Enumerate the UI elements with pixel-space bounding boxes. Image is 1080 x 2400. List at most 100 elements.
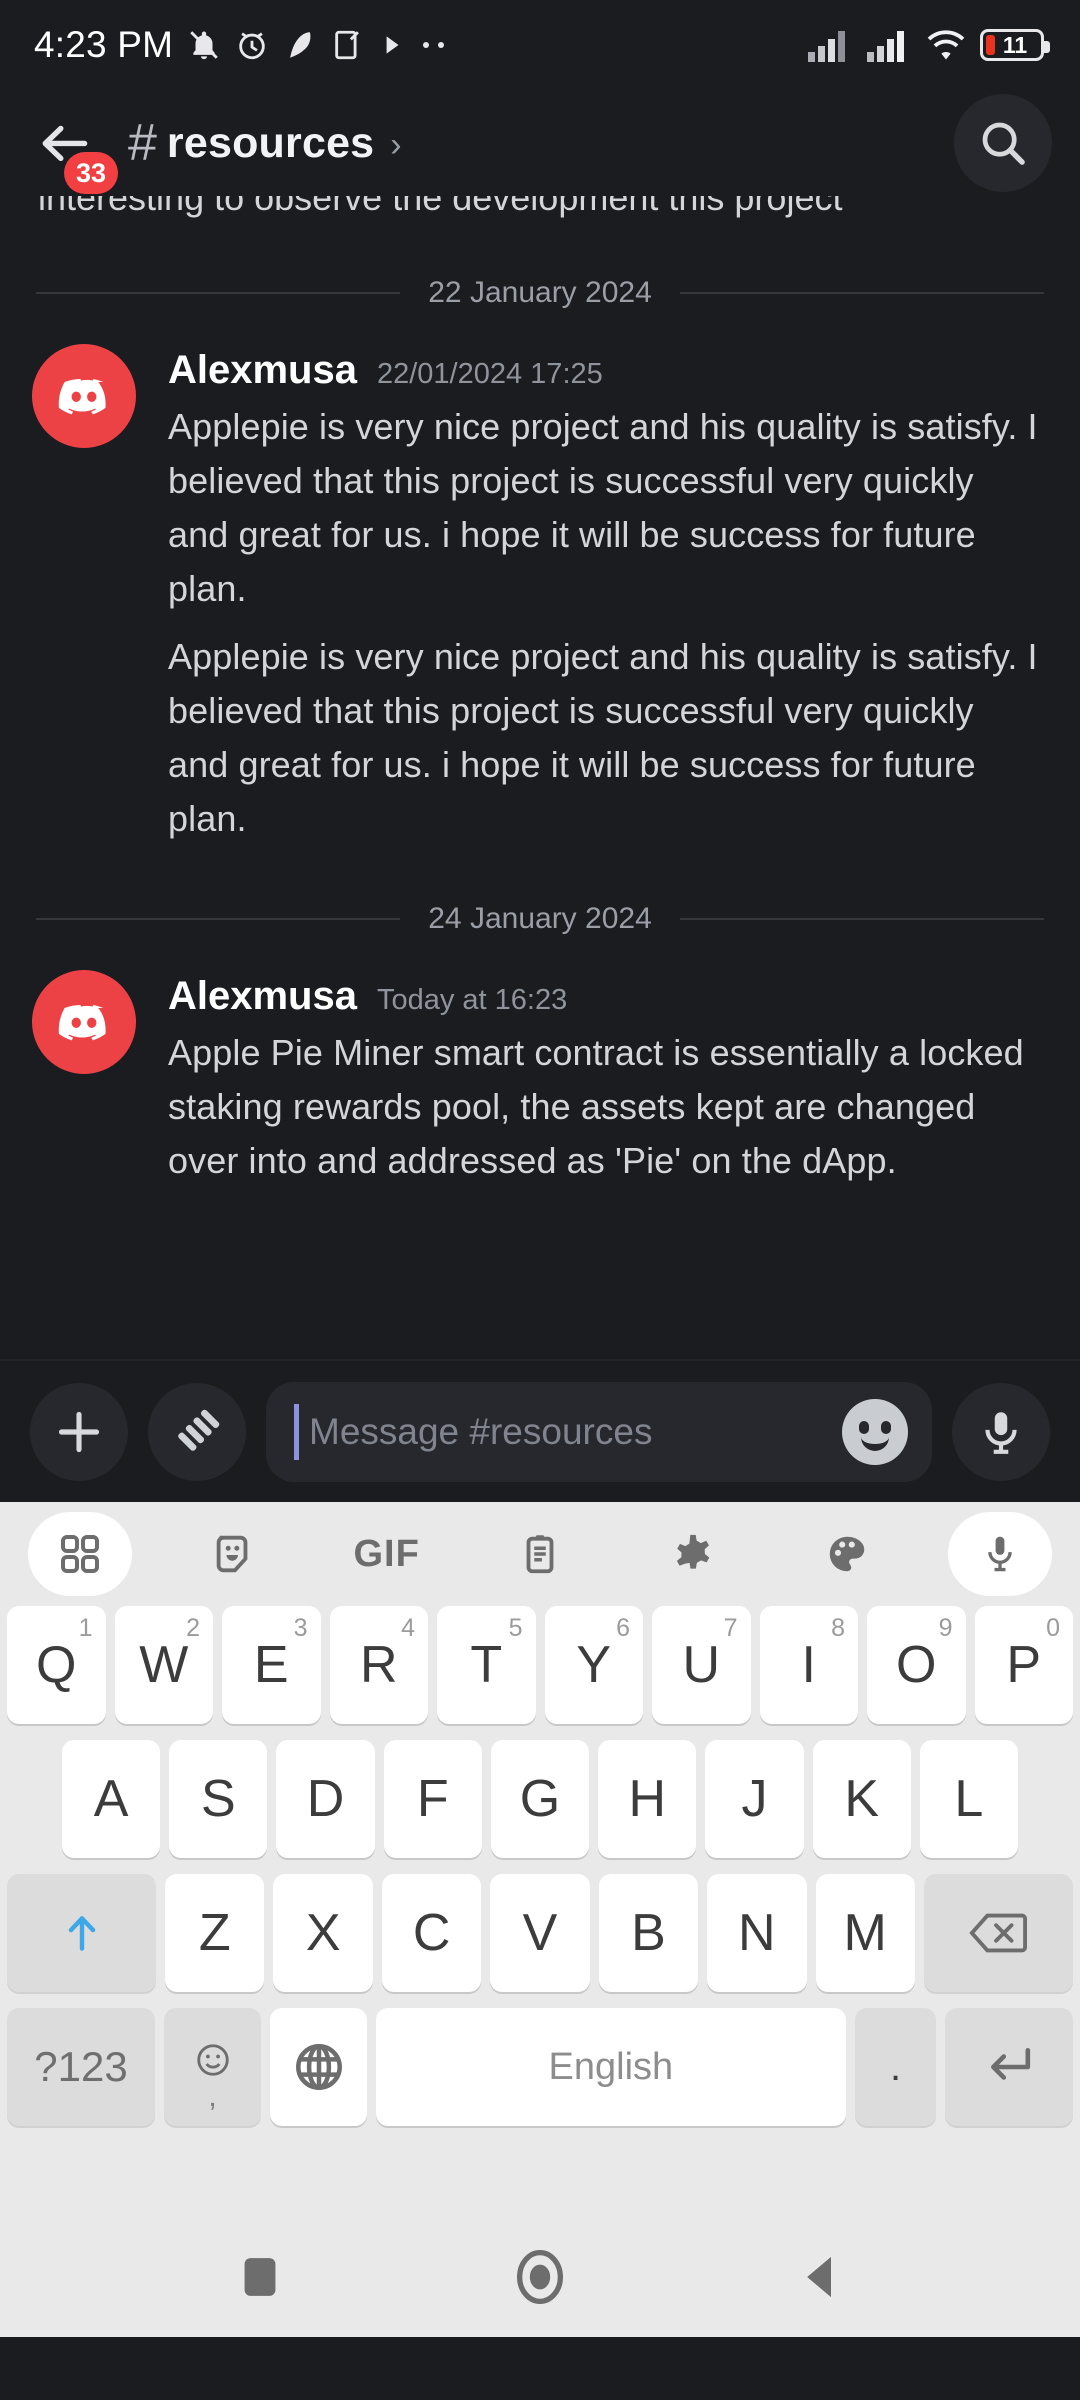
period-key[interactable]: . xyxy=(854,2008,937,2126)
nitro-gift-button[interactable] xyxy=(148,1382,246,1481)
message-timestamp: 22/01/2024 17:25 xyxy=(376,358,603,390)
on-screen-keyboard[interactable]: GIF 1 Q 2 W 3 E 4 R 5 T 6 Y 7 U 8 I 9 O … xyxy=(0,1502,1080,2217)
clipboard-button[interactable] xyxy=(488,1512,592,1596)
key-label: M xyxy=(843,1904,887,1962)
gif-label: GIF xyxy=(353,1532,420,1575)
space-key[interactable]: English xyxy=(376,2008,846,2126)
emoji-picker-button[interactable] xyxy=(842,1398,908,1465)
key-n[interactable]: N xyxy=(707,1874,807,1992)
key-u[interactable]: 7U xyxy=(652,1606,751,1724)
key-r[interactable]: 4R xyxy=(329,1606,428,1724)
back-nav-button[interactable] xyxy=(760,2251,880,2303)
key-label: Y xyxy=(576,1636,612,1694)
key-l[interactable]: L xyxy=(919,1740,1018,1858)
sticker-button[interactable] xyxy=(181,1512,285,1596)
symbols-label: ?123 xyxy=(34,2043,128,2090)
message-author[interactable]: Alexmusa xyxy=(168,974,357,1019)
key-label: K xyxy=(844,1770,879,1828)
signal-bars-icon xyxy=(807,28,853,62)
key-d[interactable]: D xyxy=(276,1740,375,1858)
key-label: L xyxy=(954,1770,984,1828)
key-v[interactable]: V xyxy=(490,1874,590,1992)
back-button[interactable]: 33 xyxy=(38,100,124,194)
key-label: E xyxy=(253,1636,289,1694)
key-w[interactable]: 2W xyxy=(114,1606,213,1724)
key-j[interactable]: J xyxy=(705,1740,804,1858)
message-body: Alexmusa Today at 16:23 Apple Pie Miner … xyxy=(136,970,1042,1188)
search-icon xyxy=(982,122,1025,165)
key-k[interactable]: K xyxy=(812,1740,911,1858)
key-z[interactable]: Z xyxy=(165,1874,265,1992)
recents-button[interactable] xyxy=(200,2253,320,2301)
period-label: . xyxy=(889,2044,902,2089)
avatar[interactable] xyxy=(32,344,136,448)
backspace-icon xyxy=(969,1913,1028,1953)
status-time: 4:23 PM xyxy=(34,24,174,65)
shift-key[interactable] xyxy=(6,1874,157,1992)
emoji-comma-key[interactable]: , xyxy=(164,2008,262,2126)
avatar[interactable] xyxy=(32,970,136,1074)
plus-icon xyxy=(58,1411,100,1452)
status-bar-left: 4:23 PM xyxy=(34,24,453,66)
text-cursor xyxy=(294,1403,299,1460)
key-label: A xyxy=(93,1770,129,1828)
key-h[interactable]: H xyxy=(598,1740,697,1858)
key-s[interactable]: S xyxy=(169,1740,268,1858)
key-q[interactable]: 1Q xyxy=(7,1606,106,1724)
key-p[interactable]: 0P xyxy=(974,1606,1073,1724)
message-input[interactable]: Message #resources xyxy=(266,1381,932,1482)
message-group[interactable]: Alexmusa 22/01/2024 17:25 Applepie is ve… xyxy=(0,310,1080,846)
theme-palette-button[interactable] xyxy=(795,1512,899,1596)
gif-button[interactable]: GIF xyxy=(335,1512,439,1596)
divider-line-left xyxy=(36,918,401,920)
apps-grid-button[interactable] xyxy=(28,1512,132,1596)
clipboard-icon xyxy=(526,1535,554,1574)
message-group[interactable]: Alexmusa Today at 16:23 Apple Pie Miner … xyxy=(0,936,1080,1188)
home-button[interactable] xyxy=(480,2246,600,2308)
key-label: D xyxy=(306,1770,345,1828)
message-input-bar: Message #resources xyxy=(0,1359,1080,1502)
sticker-icon xyxy=(217,1535,248,1573)
add-attachment-button[interactable] xyxy=(30,1382,128,1481)
wifi-icon xyxy=(925,28,967,62)
backspace-key[interactable] xyxy=(923,1874,1074,1992)
key-b[interactable]: B xyxy=(598,1874,699,1992)
key-e[interactable]: 3E xyxy=(222,1606,321,1724)
message-list[interactable]: interesting to observe the development t… xyxy=(0,196,1080,1359)
key-g[interactable]: G xyxy=(490,1740,590,1858)
key-f[interactable]: F xyxy=(383,1740,482,1858)
key-a[interactable]: A xyxy=(62,1740,161,1858)
page-title[interactable]: resources xyxy=(167,119,374,168)
key-superscript: 4 xyxy=(401,1614,415,1642)
language-key[interactable] xyxy=(270,2008,368,2126)
keyboard-settings-button[interactable] xyxy=(641,1512,745,1596)
key-label: G xyxy=(519,1770,561,1828)
key-superscript: 8 xyxy=(831,1614,845,1642)
android-nav-bar xyxy=(0,2217,1080,2337)
search-button[interactable] xyxy=(954,94,1052,192)
key-label: X xyxy=(305,1904,341,1962)
key-y[interactable]: 6Y xyxy=(544,1606,643,1724)
square-recents-icon xyxy=(244,2258,276,2296)
chevron-right-icon[interactable]: › xyxy=(390,126,401,165)
message-author[interactable]: Alexmusa xyxy=(168,348,357,393)
apps-grid-icon xyxy=(61,1535,99,1573)
key-i[interactable]: 8I xyxy=(759,1606,858,1724)
divider-line-right xyxy=(679,292,1045,294)
unread-badge: 33 xyxy=(64,152,118,194)
voice-input-button[interactable] xyxy=(947,1512,1052,1596)
key-label: W xyxy=(139,1636,189,1694)
message-text: Applepie is very nice project and his qu… xyxy=(168,406,1038,609)
key-o[interactable]: 9O xyxy=(867,1606,966,1724)
symbols-key[interactable]: ?123 xyxy=(7,2008,156,2126)
key-m[interactable]: M xyxy=(815,1874,915,1992)
key-t[interactable]: 5T xyxy=(437,1606,536,1724)
key-c[interactable]: C xyxy=(381,1874,482,1992)
key-x[interactable]: X xyxy=(273,1874,373,1992)
language-globe-icon xyxy=(295,2044,342,2090)
enter-key[interactable] xyxy=(945,2008,1074,2126)
key-superscript: 3 xyxy=(293,1614,308,1642)
palette-icon xyxy=(829,1536,864,1572)
voice-message-button[interactable] xyxy=(952,1382,1050,1481)
key-label: P xyxy=(1006,1636,1042,1694)
